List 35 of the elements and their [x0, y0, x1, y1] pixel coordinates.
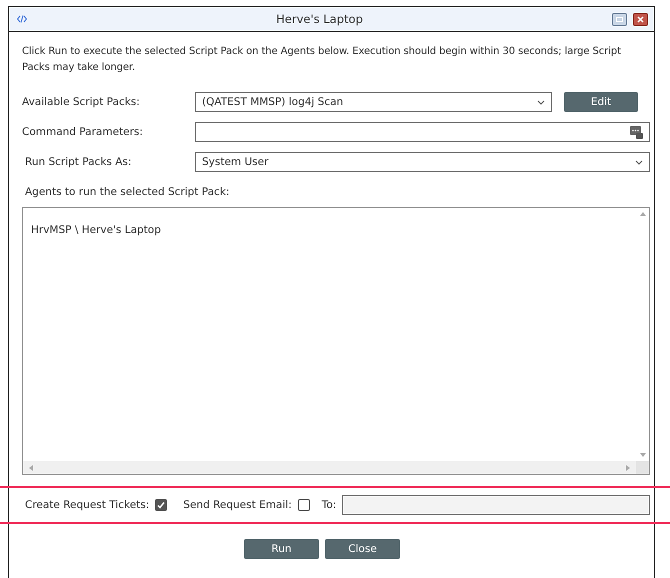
field-label: Command Parameters: — [22, 126, 144, 138]
scrollbar-corner — [636, 461, 649, 474]
agents-label: Agents to run the selected Script Pack: — [24, 186, 230, 198]
field-label: Available Script Packs: — [22, 96, 141, 108]
chevron-icon — [635, 160, 643, 164]
minimize-icon — [616, 16, 623, 22]
window-title: Herve's Laptop — [275, 12, 364, 26]
run-button[interactable]: Run — [244, 539, 319, 559]
checkbox[interactable] — [155, 499, 168, 511]
input-field[interactable] — [195, 122, 650, 142]
email-field[interactable] — [342, 495, 650, 515]
agent-item[interactable]: HrvMSP \ Herve's Laptop — [31, 224, 628, 236]
scroll-right-icon[interactable] — [626, 464, 630, 470]
scroll-down-icon[interactable] — [640, 453, 646, 457]
variable-icon[interactable] — [630, 126, 643, 138]
horizontal-scrollbar[interactable] — [23, 461, 636, 474]
checkbox-label: Create Request Tickets: — [24, 499, 150, 511]
select-value: (QATEST MMSP) log4j Scan — [202, 96, 344, 108]
scroll-up-icon[interactable] — [640, 212, 646, 216]
close-button[interactable]: Close — [325, 539, 400, 559]
edit-button[interactable]: Edit — [564, 92, 638, 112]
to-label: To: — [322, 499, 336, 511]
minimize-button[interactable] — [612, 12, 627, 26]
scroll-left-icon[interactable] — [29, 464, 33, 470]
checkbox[interactable] — [298, 499, 310, 511]
close-icon — [637, 16, 644, 22]
code-icon — [17, 15, 27, 23]
select-value: System User — [202, 156, 270, 168]
select-field[interactable]: (QATEST MMSP) log4j Scan — [195, 92, 552, 112]
chevron-icon — [537, 100, 545, 104]
field-label: Run Script Packs As: — [24, 156, 132, 168]
checkbox-label: Send Request Email: — [183, 499, 292, 511]
instructions-text: Click Run to execute the selected Script Pack on the Agents below. Execution should begin within 30 seconds; large Script Packs may take longer. — [22, 45, 622, 75]
select-field[interactable]: System User — [195, 152, 650, 172]
close-button[interactable] — [633, 12, 648, 26]
